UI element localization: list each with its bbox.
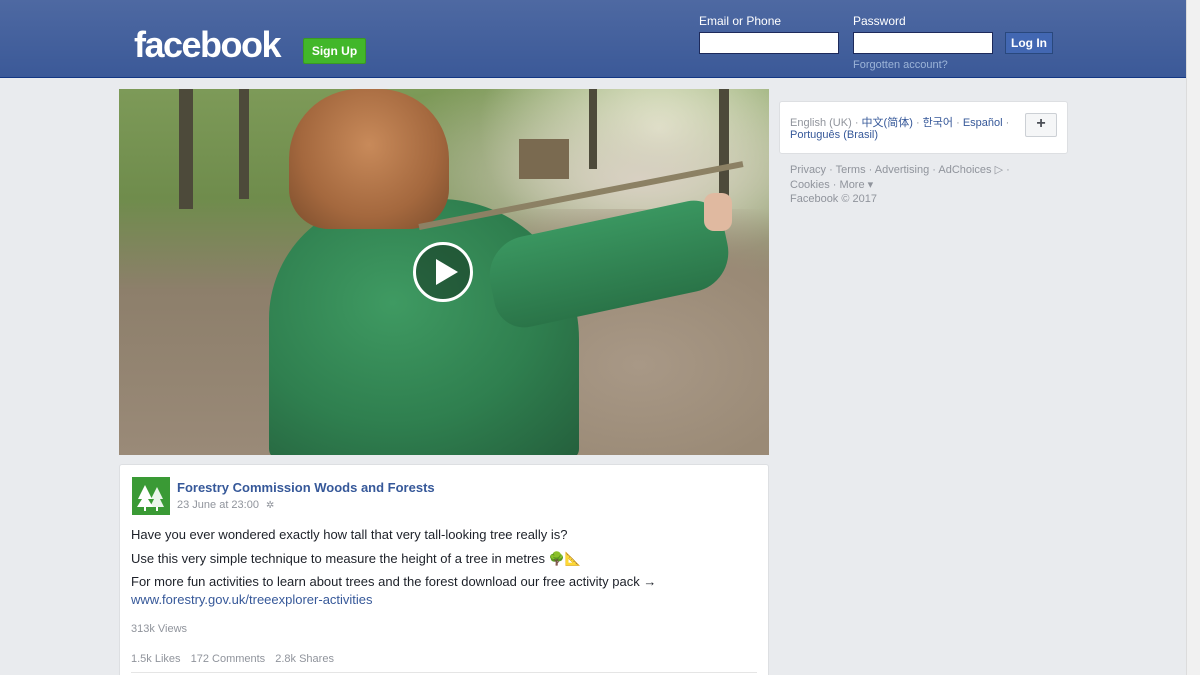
language-chinese[interactable]: 中文(简体) xyxy=(862,117,913,129)
footer-links-row-1: Privacy · Terms · Advertising · AdChoice… xyxy=(790,164,1010,176)
page-avatar[interactable] xyxy=(132,477,170,515)
top-bar: facebook Sign Up Email or Phone Password… xyxy=(0,0,1186,78)
cookies-link[interactable]: Cookies xyxy=(790,179,830,191)
footer-links-row-2: Cookies · More ▾ xyxy=(790,179,874,191)
tree-trunk xyxy=(719,89,729,199)
shares-count[interactable]: 2.8k Shares xyxy=(275,653,334,665)
comments-count[interactable]: 172 Comments xyxy=(191,653,266,665)
language-selector: English (UK) · 中文(简体) · 한국어 · Español · … xyxy=(779,101,1068,154)
post-card: Forestry Commission Woods and Forests 23… xyxy=(119,464,769,675)
password-label: Password xyxy=(853,14,906,28)
more-label: More xyxy=(839,179,865,191)
current-language: English (UK) xyxy=(790,117,852,129)
globe-icon: ✲ xyxy=(266,500,275,511)
log-pile xyxy=(519,139,569,179)
advertising-link[interactable]: Advertising xyxy=(875,164,929,176)
log-in-button[interactable]: Log In xyxy=(1005,32,1053,54)
email-label: Email or Phone xyxy=(699,14,782,28)
sign-up-button[interactable]: Sign Up xyxy=(303,38,366,64)
engagement-stats: 1.5k Likes 172 Comments 2.8k Shares xyxy=(131,653,341,665)
play-icon xyxy=(436,259,458,285)
play-button[interactable] xyxy=(413,242,473,302)
post-text-line-1: Have you ever wondered exactly how tall … xyxy=(131,527,568,542)
post-timestamp[interactable]: 23 June at 23:00 ✲ xyxy=(177,499,274,511)
video-player[interactable] xyxy=(119,89,769,455)
scrollbar[interactable] xyxy=(1186,0,1200,675)
copyright: Facebook © 2017 xyxy=(790,193,877,205)
tree-trunk xyxy=(179,89,193,209)
password-field[interactable] xyxy=(853,32,993,54)
views-count: 313k Views xyxy=(131,623,188,635)
page-name-link[interactable]: Forestry Commission Woods and Forests xyxy=(177,480,435,495)
timestamp-text: 23 June at 23:00 xyxy=(177,499,259,511)
adchoices-link[interactable]: AdChoices ▷ xyxy=(938,164,1003,176)
forgotten-account-link[interactable]: Forgotten account? xyxy=(853,59,948,71)
language-line-2: Português (Brasil) xyxy=(790,129,878,141)
facebook-logo[interactable]: facebook xyxy=(134,24,282,66)
child-hair xyxy=(289,89,449,229)
language-portuguese[interactable]: Português (Brasil) xyxy=(790,129,878,141)
tree-logo-icon xyxy=(137,485,164,511)
post-text-line-2: Use this very simple technique to measur… xyxy=(131,551,582,566)
divider xyxy=(131,672,757,673)
language-spanish[interactable]: Español xyxy=(963,117,1003,129)
tree-trunk xyxy=(239,89,249,199)
tree-trunk xyxy=(589,89,597,169)
privacy-link[interactable]: Privacy xyxy=(790,164,826,176)
language-korean[interactable]: 한국어 xyxy=(923,117,953,129)
more-languages-button[interactable]: + xyxy=(1025,113,1057,137)
adchoices-label: AdChoices xyxy=(938,164,992,176)
language-line-1: English (UK) · 中文(简体) · 한국어 · Español · xyxy=(790,117,1010,129)
adchoices-icon: ▷ xyxy=(994,164,1004,176)
child-hand xyxy=(704,193,732,231)
likes-count[interactable]: 1.5k Likes xyxy=(131,653,181,665)
post-text-line-3: For more fun activities to learn about t… xyxy=(131,574,657,589)
terms-link[interactable]: Terms xyxy=(836,164,866,176)
activity-pack-link[interactable]: www.forestry.gov.uk/treeexplorer-activit… xyxy=(131,592,373,607)
caret-down-icon: ▾ xyxy=(867,179,874,191)
email-field[interactable] xyxy=(699,32,839,54)
more-link[interactable]: More ▾ xyxy=(840,179,874,191)
